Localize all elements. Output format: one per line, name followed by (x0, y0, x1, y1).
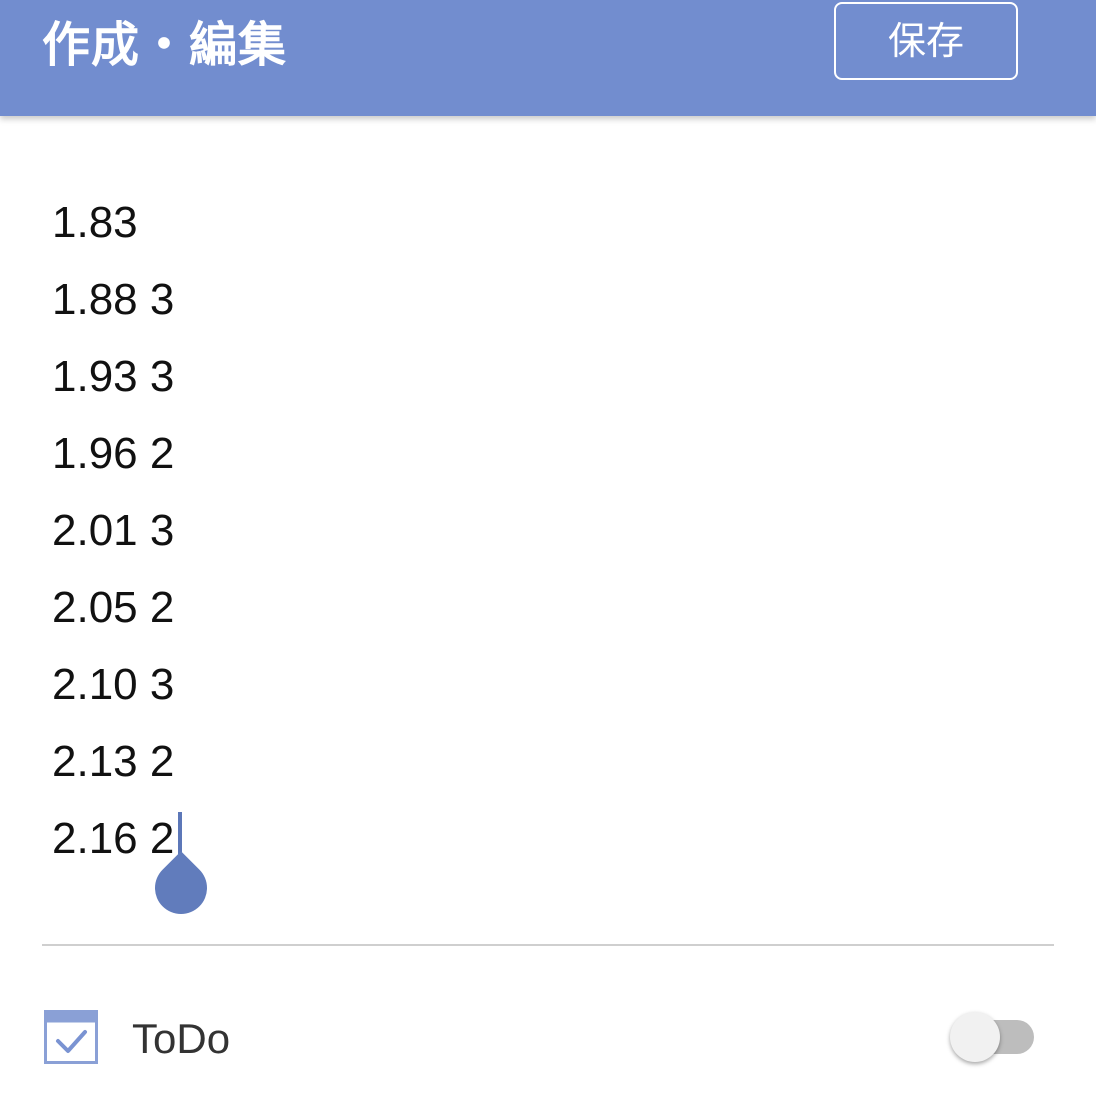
save-button[interactable]: 保存 (834, 2, 1018, 80)
text-line: 1.88 3 (52, 275, 175, 324)
text-line: 2.10 3 (52, 660, 175, 709)
text-line: 1.83 (52, 198, 138, 247)
divider (42, 944, 1054, 946)
text-line: 2.01 3 (52, 506, 175, 555)
text-line: 2.05 2 (52, 583, 175, 632)
switch-thumb (950, 1012, 1000, 1062)
checkbox-calendar-icon (44, 1010, 98, 1064)
text-line: 1.96 2 (52, 429, 175, 478)
memo-text-area[interactable]: 1.83 1.88 3 1.93 3 1.96 2 2.01 3 2.05 2 … (52, 184, 1052, 925)
text-line: 2.13 2 (52, 737, 175, 786)
text-line: 2.16 2 (52, 814, 175, 863)
app-bar: 作成・編集 保存 (0, 0, 1096, 116)
text-line: 1.93 3 (52, 352, 175, 401)
todo-toggle-switch[interactable] (950, 1008, 1036, 1068)
page-title: 作成・編集 (42, 17, 288, 73)
todo-label: ToDo (132, 1015, 231, 1062)
